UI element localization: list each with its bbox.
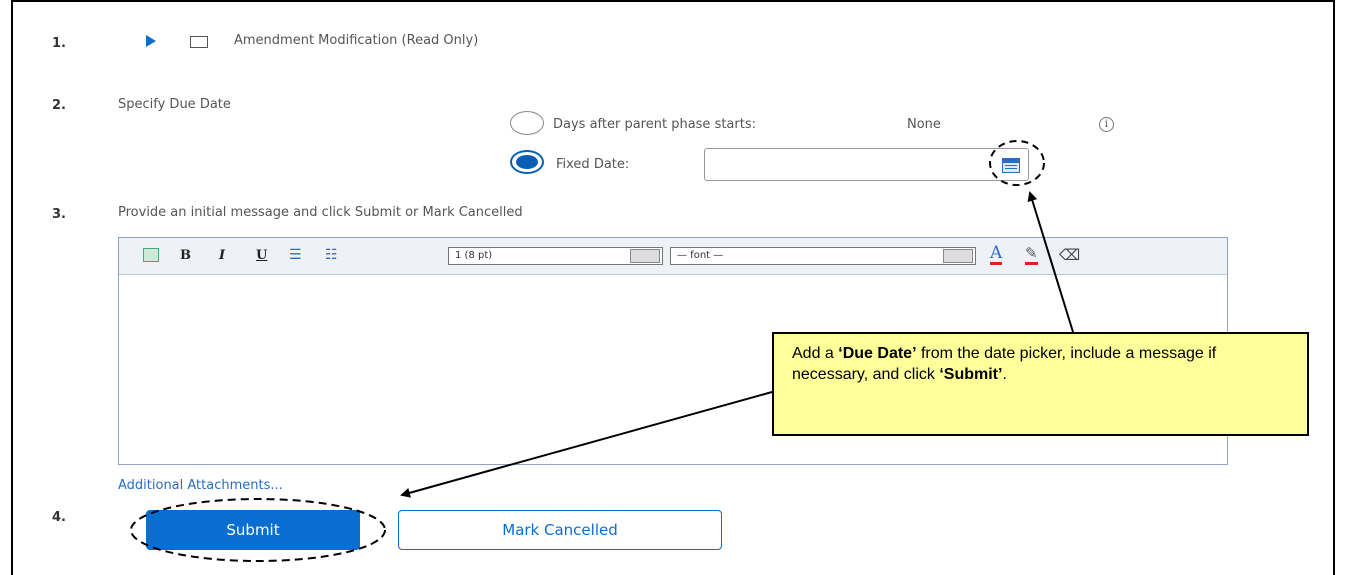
- days-after-parent-label: Days after parent phase starts:: [553, 117, 756, 132]
- step-number-4: 4.: [52, 510, 66, 525]
- submit-button[interactable]: Submit: [146, 510, 360, 550]
- callout-text-3: .: [1002, 366, 1007, 383]
- insert-image-icon[interactable]: [143, 248, 159, 262]
- amendment-modification-label: Amendment Modification (Read Only): [234, 33, 479, 48]
- step-number-3: 3.: [52, 207, 66, 222]
- fixed-date-label: Fixed Date:: [556, 157, 630, 172]
- expand-arrow-icon[interactable]: [146, 35, 156, 47]
- specify-due-date-label: Specify Due Date: [118, 97, 231, 112]
- calendar-icon[interactable]: [1002, 158, 1020, 173]
- font-color-icon[interactable]: A: [990, 244, 1003, 265]
- chevron-down-icon[interactable]: [943, 249, 973, 263]
- font-size-value: 1 (8 pt): [455, 250, 493, 261]
- font-family-value: — font —: [677, 250, 724, 261]
- info-icon[interactable]: i: [1099, 117, 1114, 132]
- step-number-1: 1.: [52, 36, 66, 51]
- highlight-color-icon[interactable]: ✎: [1025, 244, 1038, 265]
- step-number-2: 2.: [52, 98, 66, 113]
- editor-toolbar: B I U ☰ ☷ 1 (8 pt) — font — A ✎ ⌫: [119, 238, 1227, 275]
- callout-text-1: Add a: [792, 345, 839, 362]
- radio-fixed-date[interactable]: [510, 150, 544, 174]
- font-size-select[interactable]: 1 (8 pt): [448, 247, 663, 265]
- italic-button[interactable]: I: [219, 248, 225, 263]
- chevron-down-icon[interactable]: [630, 249, 660, 263]
- mark-cancelled-button[interactable]: Mark Cancelled: [398, 510, 722, 550]
- callout-bold-due-date: ‘Due Date’: [838, 345, 917, 362]
- font-family-select[interactable]: — font —: [670, 247, 976, 265]
- additional-attachments-link[interactable]: Additional Attachments...: [118, 478, 283, 493]
- radio-days-after-parent[interactable]: [510, 111, 544, 135]
- checkbox-icon[interactable]: [190, 36, 208, 48]
- fixed-date-input[interactable]: [704, 148, 1029, 181]
- bulleted-list-icon[interactable]: ☷: [325, 247, 338, 263]
- instruction-callout: Add a ‘Due Date’ from the date picker, i…: [772, 332, 1309, 436]
- numbered-list-icon[interactable]: ☰: [289, 247, 302, 263]
- initial-message-label: Provide an initial message and click Sub…: [118, 205, 523, 220]
- days-after-parent-value: None: [907, 117, 941, 132]
- eraser-icon[interactable]: ⌫: [1059, 246, 1080, 264]
- underline-button[interactable]: U: [256, 248, 267, 263]
- callout-bold-submit: ‘Submit’: [939, 366, 1003, 383]
- bold-button[interactable]: B: [180, 248, 191, 263]
